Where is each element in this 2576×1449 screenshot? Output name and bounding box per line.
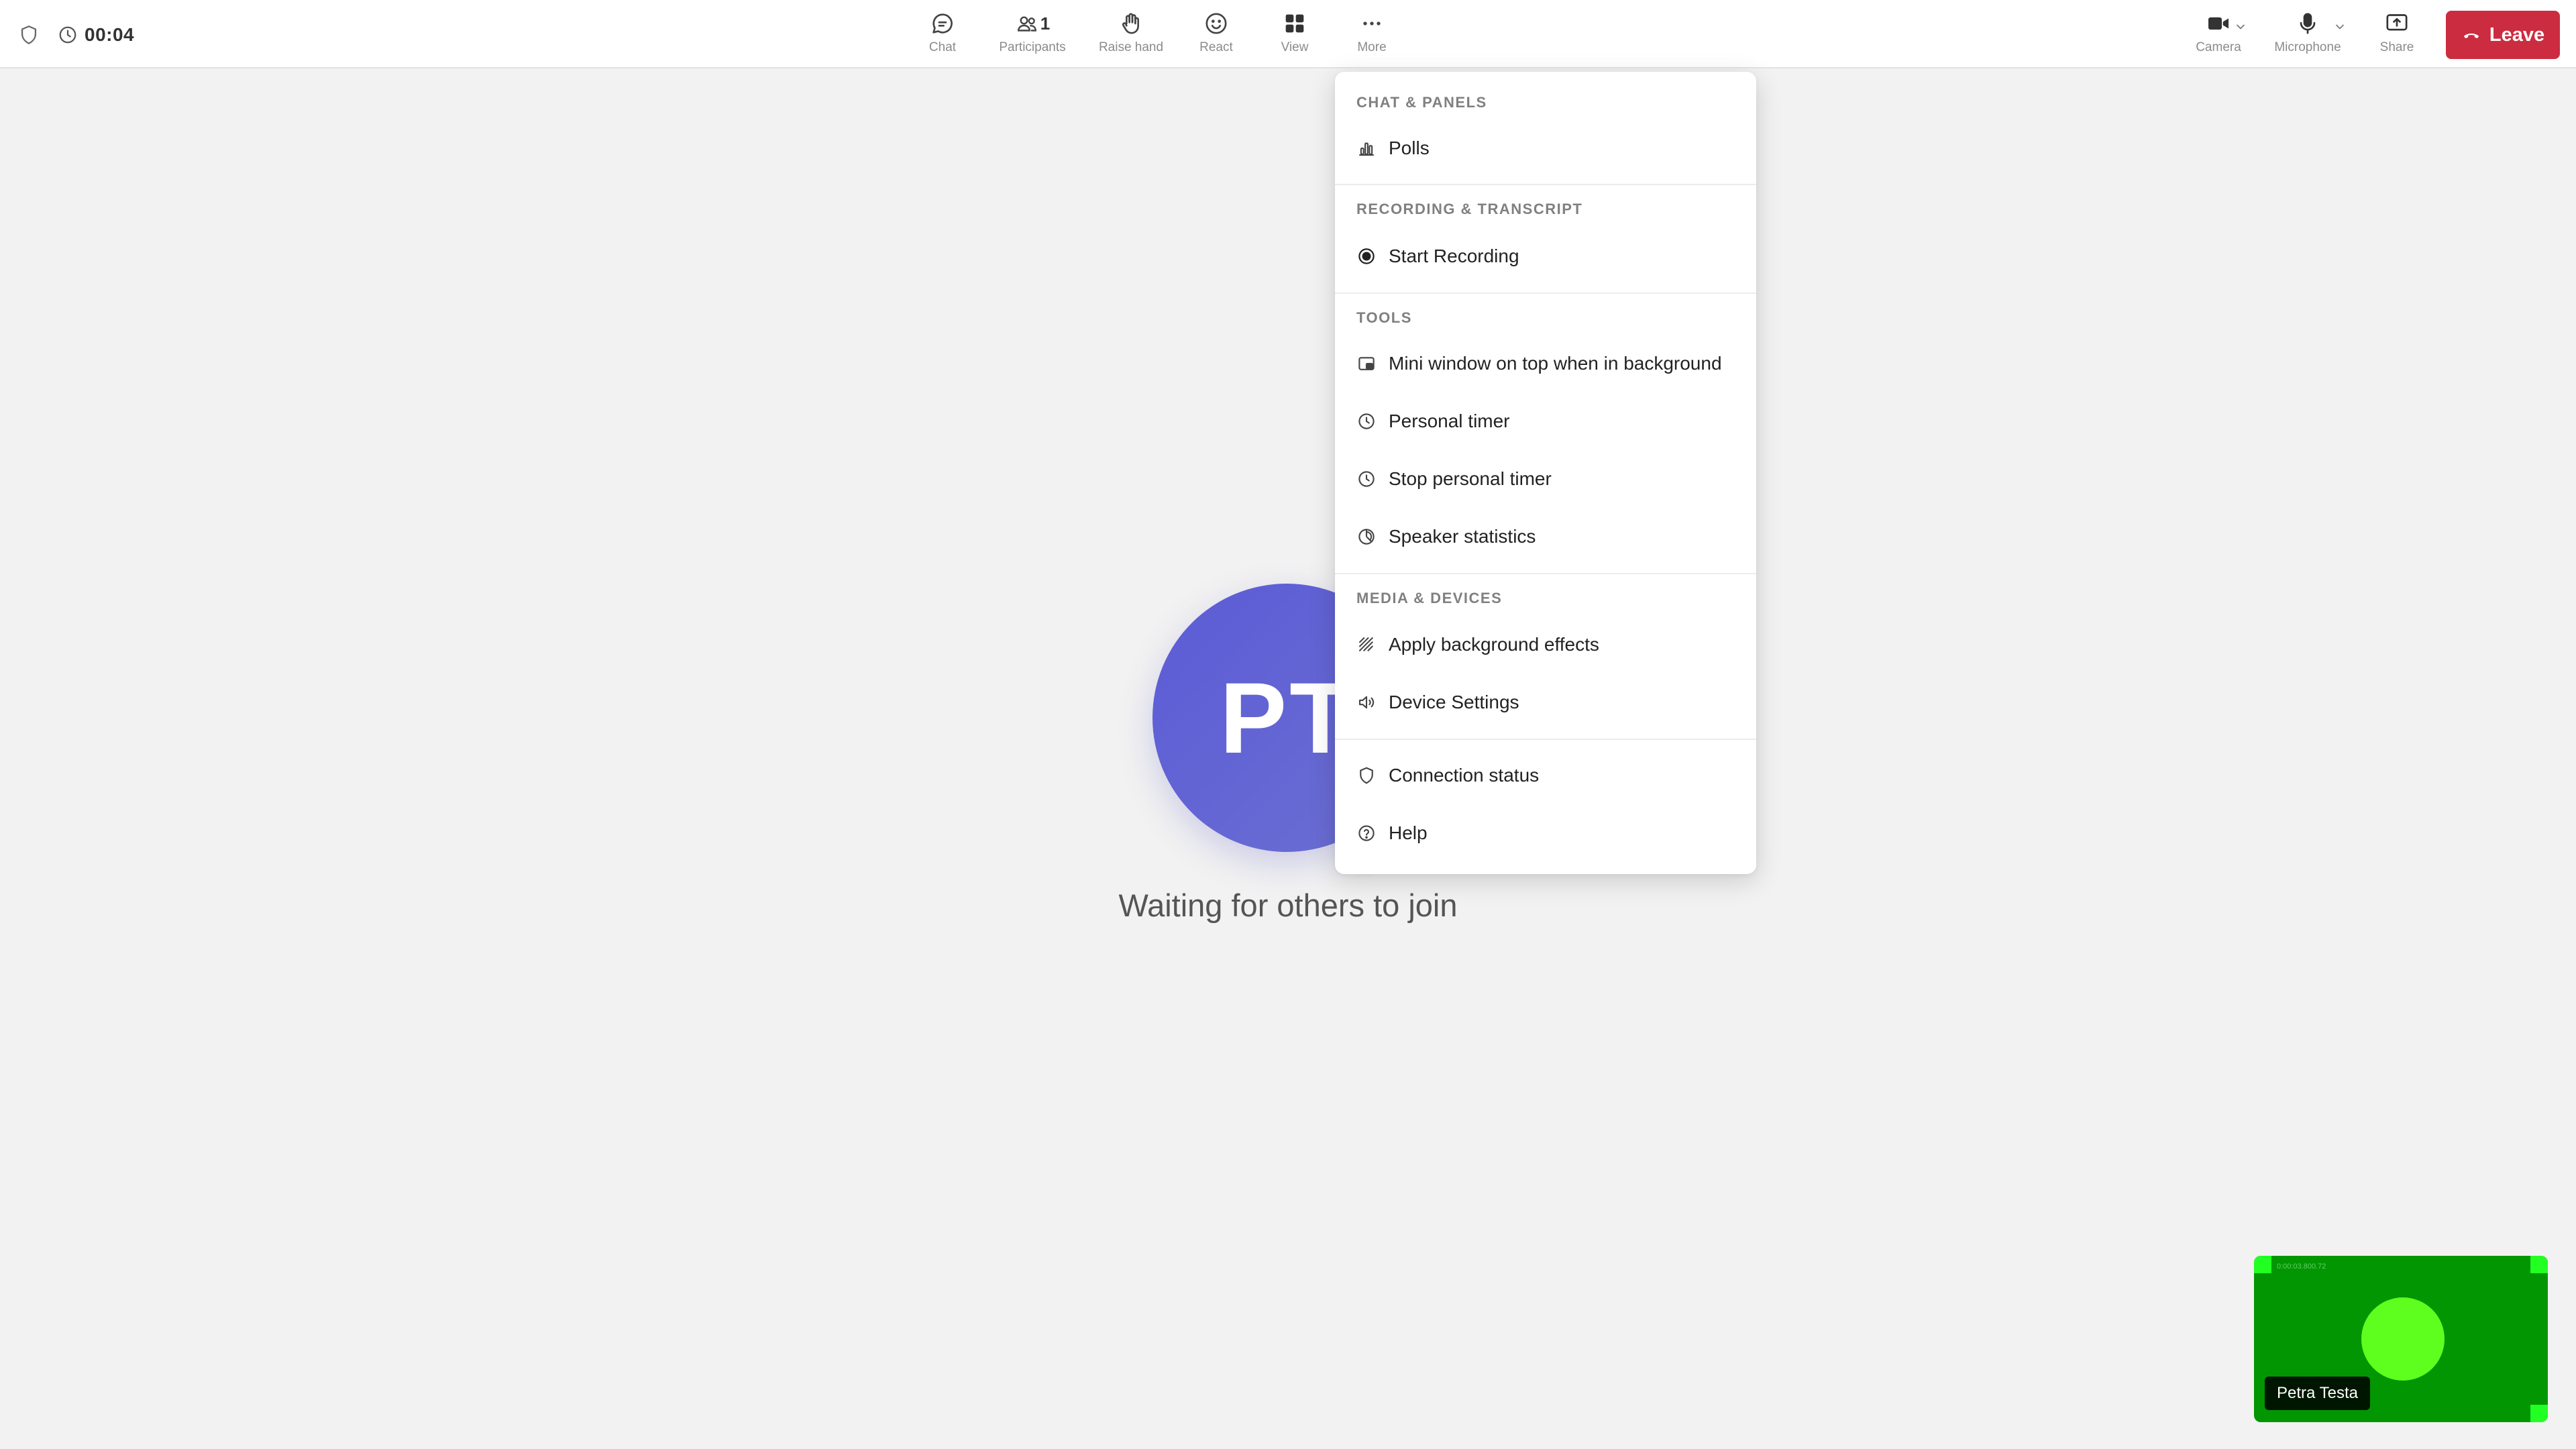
clock-icon xyxy=(1356,411,1377,431)
people-icon xyxy=(1015,11,1039,36)
more-label: More xyxy=(1357,40,1387,54)
test-pattern-corner xyxy=(2530,1256,2548,1273)
background-effects-icon xyxy=(1356,635,1377,655)
grid-icon xyxy=(1281,8,1308,39)
menu-item-device-settings[interactable]: Device Settings xyxy=(1335,674,1756,731)
menu-item-label: Help xyxy=(1389,822,1428,843)
clock-icon xyxy=(58,25,78,45)
speaker-icon xyxy=(1356,692,1377,712)
meeting-timer: 00:04 xyxy=(58,24,134,46)
smiley-icon xyxy=(1203,8,1230,39)
ellipsis-icon xyxy=(1358,8,1385,39)
camera-options-chevron-icon[interactable] xyxy=(2234,20,2247,34)
top-bar: 00:04 Chat 1 Participants Raise hand Rea… xyxy=(0,0,2576,68)
camera-button[interactable]: Camera xyxy=(2171,8,2265,63)
menu-item-label: Device Settings xyxy=(1389,692,1519,712)
menu-item-label: Apply background effects xyxy=(1389,634,1599,655)
record-icon xyxy=(1356,246,1377,266)
menu-item-stop-personal-timer[interactable]: Stop personal timer xyxy=(1335,451,1756,507)
chat-label: Chat xyxy=(928,40,957,54)
participant-name-tag: Petra Testa xyxy=(2265,1377,2370,1410)
section-header-chat-panels: CHAT & PANELS xyxy=(1356,94,1487,111)
help-icon xyxy=(1356,823,1377,843)
camera-label: Camera xyxy=(2196,40,2241,54)
section-header-media-devices: MEDIA & DEVICES xyxy=(1356,590,1503,606)
self-view-tile[interactable]: 0:00:03.800.72 Petra Testa xyxy=(2254,1256,2548,1422)
mini-window-icon xyxy=(1356,354,1377,374)
chat-button[interactable]: Chat xyxy=(896,8,989,63)
section-header-tools: TOOLS xyxy=(1356,309,1412,326)
share-button[interactable]: Share xyxy=(2350,8,2444,63)
menu-item-personal-timer[interactable]: Personal timer xyxy=(1335,393,1756,449)
raise-hand-button[interactable]: Raise hand xyxy=(1084,8,1178,63)
microphone-options-chevron-icon[interactable] xyxy=(2333,20,2347,34)
view-label: View xyxy=(1281,40,1309,54)
menu-item-help[interactable]: Help xyxy=(1335,805,1756,861)
more-button[interactable]: More xyxy=(1325,8,1419,63)
menu-item-polls[interactable]: Polls xyxy=(1335,120,1756,176)
menu-item-mini-window[interactable]: Mini window on top when in background xyxy=(1335,335,1756,392)
hang-up-icon xyxy=(2461,25,2489,45)
share-label: Share xyxy=(2379,40,2414,54)
menu-divider xyxy=(1335,739,1756,740)
clock-icon xyxy=(1356,469,1377,489)
video-camera-icon xyxy=(2205,8,2232,39)
menu-divider xyxy=(1335,184,1756,185)
microphone-button[interactable]: Microphone xyxy=(2261,8,2355,63)
more-menu: CHAT & PANELS Polls RECORDING & TRANSCRI… xyxy=(1335,72,1756,874)
hand-icon xyxy=(1118,8,1144,39)
meeting-status: 00:04 xyxy=(17,20,134,50)
participants-icon-group: 1 xyxy=(1015,8,1050,39)
menu-item-label: Connection status xyxy=(1389,765,1540,786)
menu-item-label: Mini window on top when in background xyxy=(1389,353,1722,374)
microphone-label: Microphone xyxy=(2274,40,2341,54)
menu-item-label: Stop personal timer xyxy=(1389,468,1552,489)
test-pattern-circle xyxy=(2361,1297,2445,1381)
react-label: React xyxy=(1199,40,1233,54)
menu-item-label: Personal timer xyxy=(1389,411,1510,431)
chat-bubble-icon xyxy=(929,8,956,39)
leave-button[interactable]: Leave xyxy=(2446,11,2560,59)
shield-icon[interactable] xyxy=(17,23,40,46)
avatar-initials: PT xyxy=(1220,661,1354,774)
menu-item-label: Start Recording xyxy=(1389,246,1519,266)
share-screen-icon xyxy=(2383,8,2410,39)
pie-chart-icon xyxy=(1356,527,1377,547)
test-pattern-corner xyxy=(2254,1256,2271,1273)
menu-divider xyxy=(1335,573,1756,574)
raise-hand-label: Raise hand xyxy=(1098,40,1164,54)
menu-item-connection-status[interactable]: Connection status xyxy=(1335,747,1756,804)
waiting-message: Waiting for others to join xyxy=(1118,888,1458,923)
video-timestamp-overlay: 0:00:03.800.72 xyxy=(2277,1263,2326,1271)
participant-count: 1 xyxy=(1040,13,1051,34)
menu-item-label: Polls xyxy=(1389,138,1430,158)
microphone-icon xyxy=(2294,8,2321,39)
menu-item-start-recording[interactable]: Start Recording xyxy=(1335,228,1756,284)
section-header-recording-transcript: RECORDING & TRANSCRIPT xyxy=(1356,201,1583,217)
menu-divider xyxy=(1335,292,1756,294)
menu-item-background-effects[interactable]: Apply background effects xyxy=(1335,616,1756,673)
menu-item-speaker-statistics[interactable]: Speaker statistics xyxy=(1335,508,1756,565)
menu-item-label: Speaker statistics xyxy=(1389,526,1536,547)
test-pattern-corner xyxy=(2530,1405,2548,1422)
participants-label: Participants xyxy=(999,40,1066,54)
bar-chart-icon xyxy=(1356,138,1377,158)
elapsed-time: 00:04 xyxy=(85,24,135,45)
leave-label: Leave xyxy=(2489,23,2545,46)
participants-button[interactable]: 1 Participants xyxy=(985,8,1079,63)
shield-icon xyxy=(1356,765,1377,786)
